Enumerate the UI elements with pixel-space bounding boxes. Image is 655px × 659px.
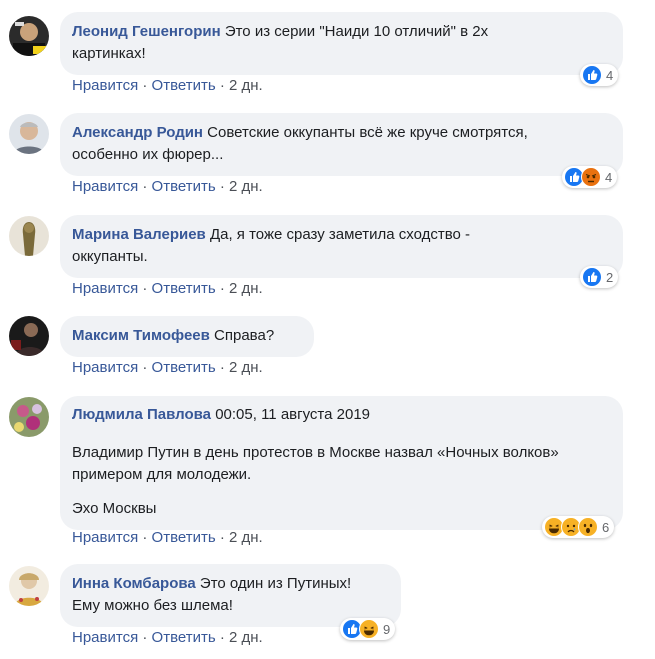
like-icon [582,65,602,85]
comment-text: Это один из Путиных! [199,575,352,592]
comment-time[interactable]: 2 дн. [229,629,263,646]
comment-bubble: Леонид Гешенгорин Это из серии "Наиди 10… [60,12,623,75]
comment-source: Эхо Москвы [72,500,157,517]
comment-text: Советские оккупанты всё же круче смотрят… [207,124,528,141]
comment-text: Владимир Путин в день протестов в Москве… [72,444,559,483]
avatar[interactable] [9,316,49,356]
reaction-count: 4 [605,169,613,185]
comment-actions: Нравится · Ответить · 2 дн. [72,359,263,376]
comment-bubble: Александр Родин Советские оккупанты всё … [60,113,623,176]
comment-text: Ему можно без шлема! [72,597,233,614]
comment-author[interactable]: Марина Валериев [72,226,206,243]
comment-time[interactable]: 2 дн. [229,77,263,94]
comment-bubble: Людмила Павлова 00:05, 11 августа 2019 В… [60,396,623,530]
like-link[interactable]: Нравится [72,77,138,94]
like-link[interactable]: Нравится [72,359,138,376]
wow-icon [578,517,598,537]
comment-author[interactable]: Максим Тимофеев [72,327,210,344]
reaction-count: 6 [602,519,610,535]
reaction-count: 9 [383,621,391,637]
avatar[interactable] [9,397,49,437]
comment-author[interactable]: Инна Комбарова [72,575,196,592]
like-icon [582,267,602,287]
separator: · [142,629,148,646]
separator: · [142,529,148,546]
avatar[interactable] [9,16,49,56]
separator: · [219,178,225,195]
post-timestamp: 00:05, 11 августа 2019 [215,406,371,423]
comment-time[interactable]: 2 дн. [229,280,263,297]
comment-text: картинках! [72,45,146,62]
reaction-summary[interactable]: 4 [562,166,618,188]
reaction-count: 4 [606,67,614,83]
separator: · [219,77,225,94]
comment-text: оккупанты. [72,248,148,265]
separator: · [219,359,225,376]
like-link[interactable]: Нравится [72,178,138,195]
comment-time[interactable]: 2 дн. [229,359,263,376]
comment-text: особенно их фюрер... [72,146,224,163]
comment-actions: Нравится · Ответить · 2 дн. [72,529,263,546]
comment-text: Это из серии "Наиди 10 отличий" в 2х [224,23,489,40]
reply-link[interactable]: Ответить [152,178,216,195]
avatar[interactable] [9,216,49,256]
reaction-summary[interactable]: 2 [580,266,619,288]
like-link[interactable]: Нравится [72,280,138,297]
comment-author[interactable]: Леонид Гешенгорин [72,23,221,40]
comment-author[interactable]: Александр Родин [72,124,203,141]
reaction-summary[interactable]: 9 [340,618,396,640]
comment-actions: Нравится · Ответить · 2 дн. [72,178,263,195]
reply-link[interactable]: Ответить [152,629,216,646]
reply-link[interactable]: Ответить [152,529,216,546]
separator: · [219,280,225,297]
comment-bubble: Марина Валериев Да, я тоже сразу заметил… [60,215,623,278]
comment-actions: Нравится · Ответить · 2 дн. [72,280,263,297]
avatar[interactable] [9,566,49,606]
reaction-summary[interactable]: 6 [542,516,615,538]
separator: · [142,280,148,297]
reaction-summary[interactable]: 4 [580,64,619,86]
separator: · [142,77,148,94]
reply-link[interactable]: Ответить [152,77,216,94]
like-link[interactable]: Нравится [72,629,138,646]
haha-icon [359,619,379,639]
comment-bubble: Максим Тимофеев Справа? [60,316,314,357]
angry-icon [581,167,601,187]
comment-time[interactable]: 2 дн. [229,178,263,195]
comment-actions: Нравится · Ответить · 2 дн. [72,77,263,94]
separator: · [219,629,225,646]
comment-author[interactable]: Людмила Павлова [72,406,211,423]
avatar[interactable] [9,114,49,154]
comment-text: Да, я тоже сразу заметила сходство - [209,226,471,243]
comment-actions: Нравится · Ответить · 2 дн. [72,629,263,646]
reaction-count: 2 [606,269,614,285]
comment-text: Справа? [214,327,275,344]
reply-link[interactable]: Ответить [152,280,216,297]
like-link[interactable]: Нравится [72,529,138,546]
separator: · [142,178,148,195]
comment-time[interactable]: 2 дн. [229,529,263,546]
separator: · [219,529,225,546]
separator: · [142,359,148,376]
reply-link[interactable]: Ответить [152,359,216,376]
